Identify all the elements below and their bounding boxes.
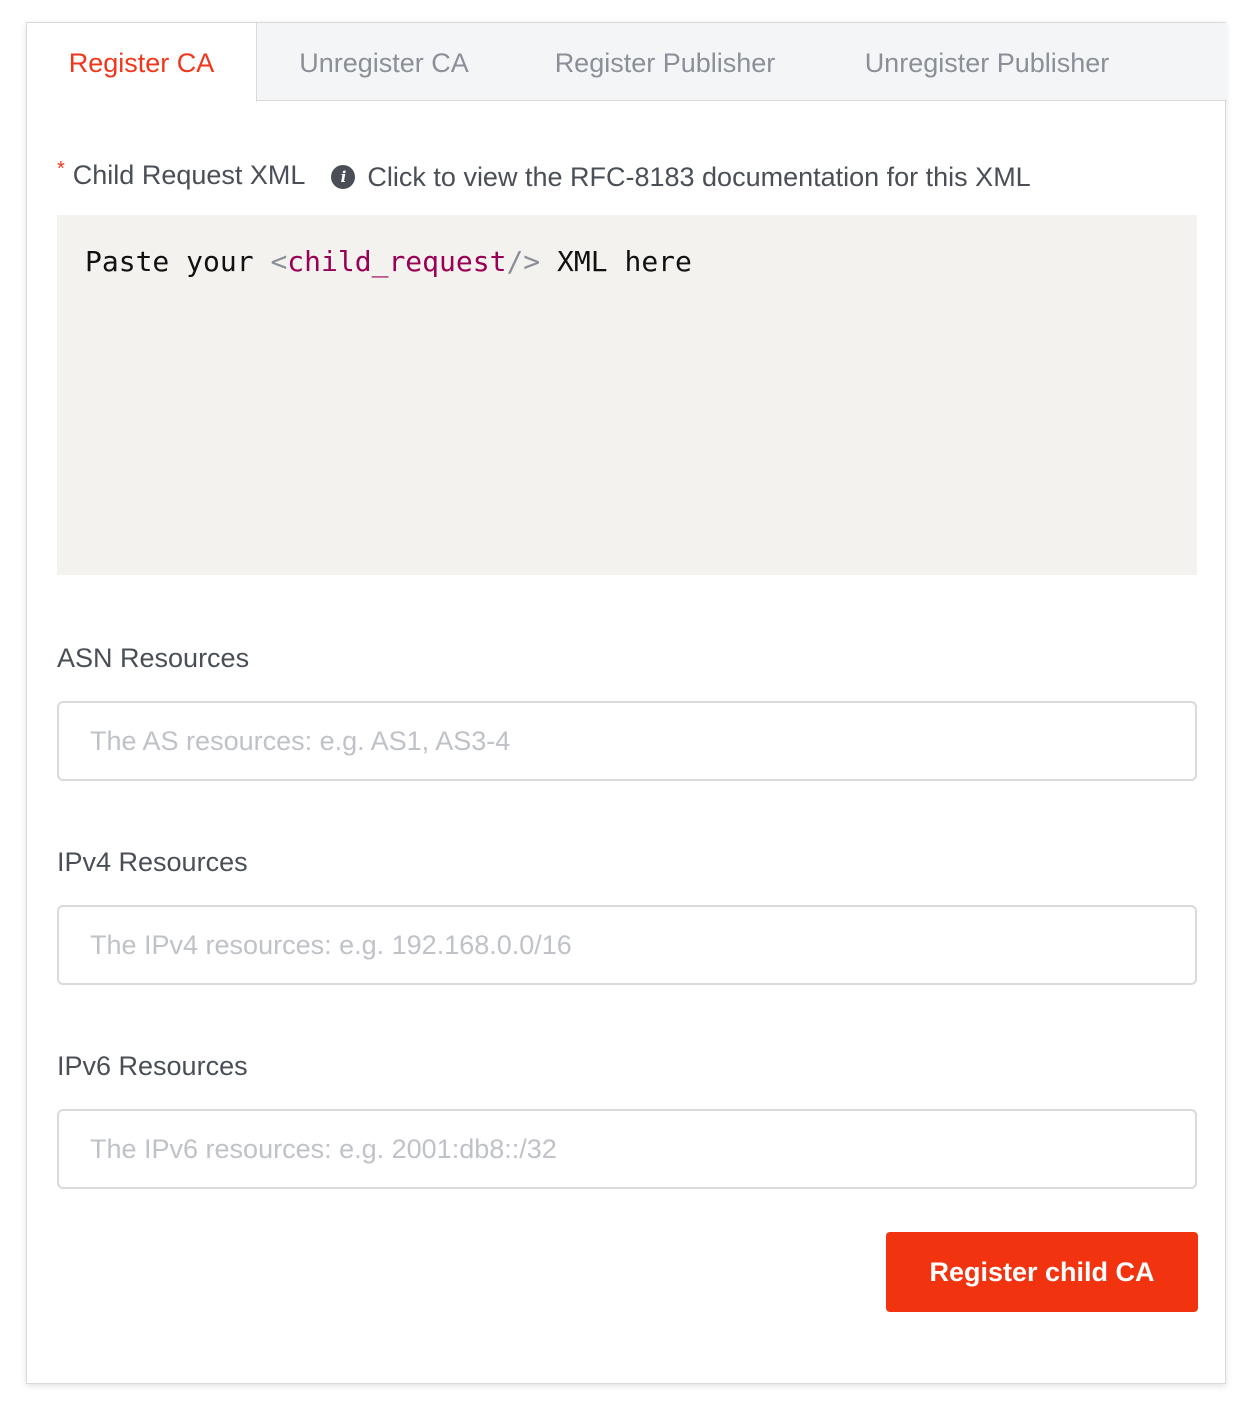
info-icon[interactable]: i	[331, 165, 356, 189]
register-child-ca-button[interactable]: Register child CA	[886, 1232, 1198, 1312]
asn-resources-input[interactable]	[57, 701, 1197, 781]
placeholder-after: XML here	[540, 245, 692, 278]
required-marker: *	[57, 157, 65, 180]
ipv4-resources-input[interactable]	[57, 905, 1197, 985]
editor-placeholder: Paste your <child_request/> XML here	[85, 245, 1169, 278]
child-request-label: Child Request XML	[72, 159, 306, 190]
register-ca-panel: Register CA Unregister CA Register Publi…	[26, 22, 1227, 1384]
asn-resources-label: ASN Resources	[57, 643, 250, 673]
tab-bar: Register CA Unregister CA Register Publi…	[27, 23, 1227, 102]
child-request-xml-editor[interactable]: Paste your <child_request/> XML here	[57, 215, 1197, 575]
placeholder-open-bracket: <	[270, 245, 288, 278]
placeholder-close-bracket: />	[506, 245, 541, 278]
tab-register-publisher[interactable]: Register Publisher	[511, 23, 819, 101]
tab-unregister-publisher[interactable]: Unregister Publisher	[819, 23, 1155, 101]
rfc-documentation-link[interactable]: i Click to view the RFC-8183 documentati…	[331, 162, 1031, 193]
ipv4-resources-label: IPv4 Resources	[57, 847, 248, 877]
placeholder-tag: child_request	[287, 245, 507, 278]
child-request-label-row: * Child Request XML i Click to view the …	[57, 155, 1031, 195]
ipv6-resources-label: IPv6 Resources	[57, 1051, 248, 1081]
placeholder-before: Paste your	[85, 245, 271, 278]
rfc-documentation-text[interactable]: Click to view the RFC-8183 documentation…	[367, 162, 1030, 193]
tab-register-ca[interactable]: Register CA	[27, 23, 257, 102]
ipv6-resources-input[interactable]	[57, 1109, 1197, 1189]
tab-unregister-ca[interactable]: Unregister CA	[257, 23, 511, 101]
